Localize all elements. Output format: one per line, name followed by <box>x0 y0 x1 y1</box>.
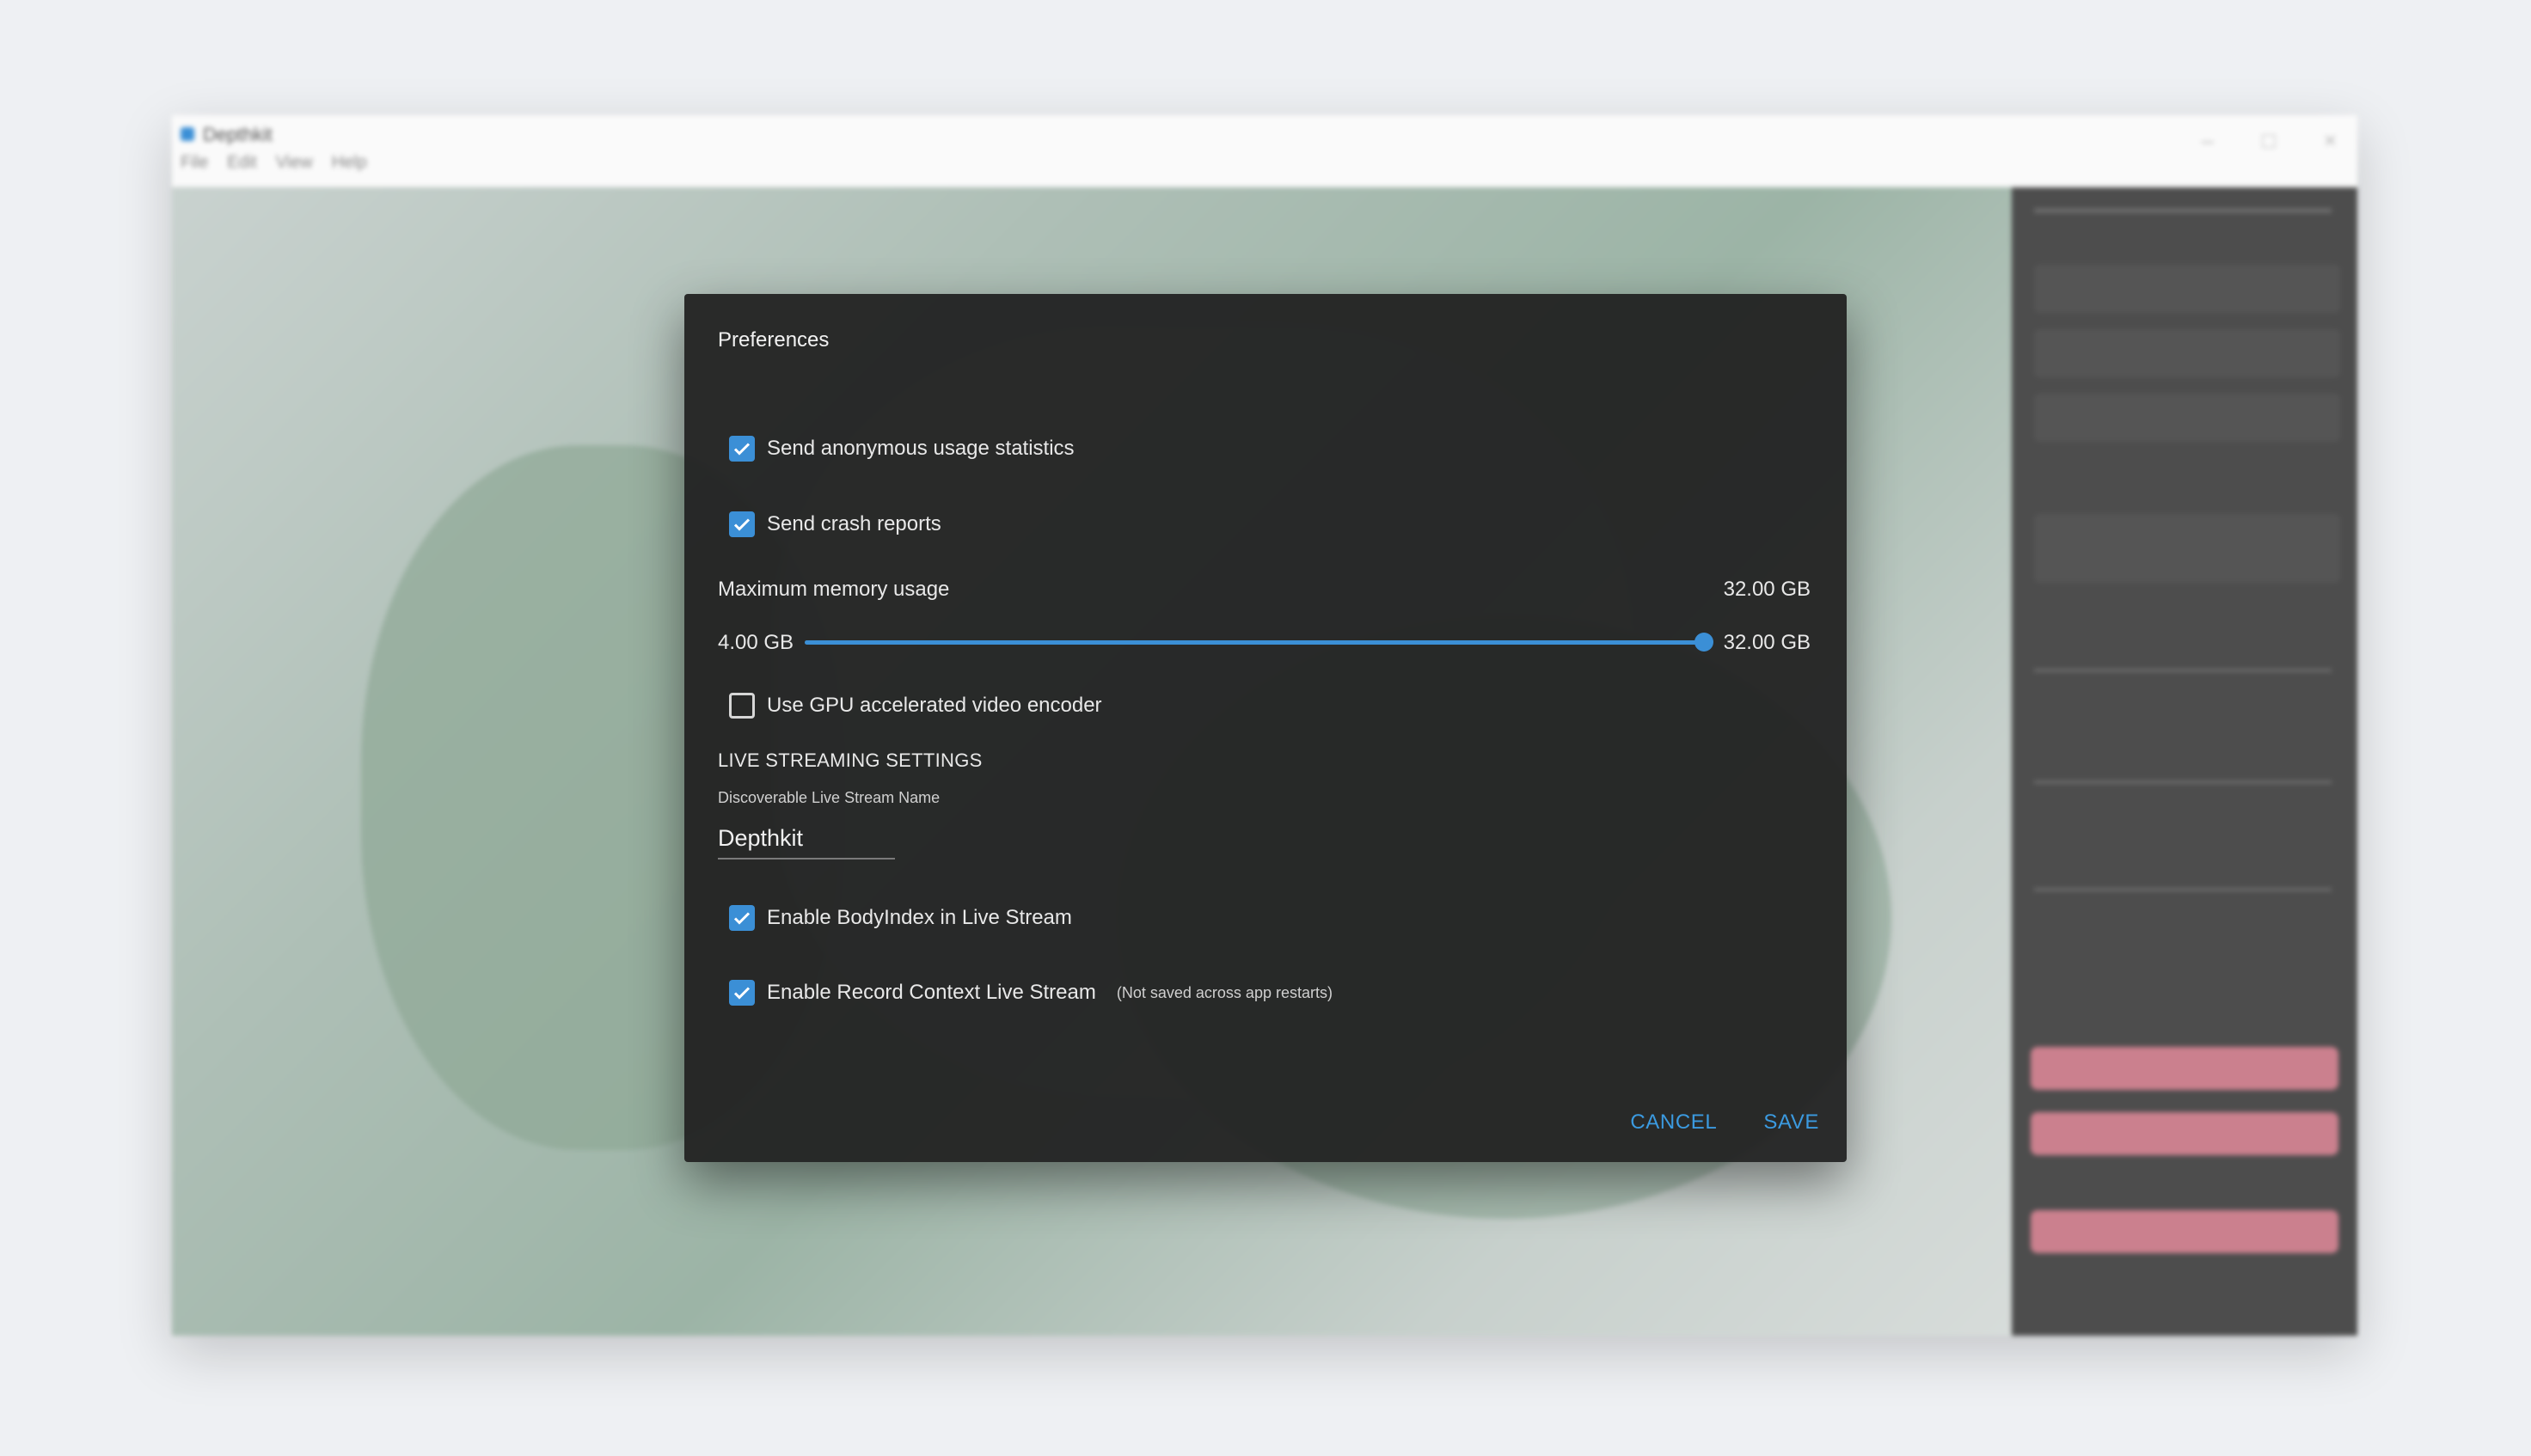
panel-button <box>2031 1210 2338 1253</box>
record-context-label: Enable Record Context Live Stream <box>767 981 1096 1004</box>
gpu-encoder-label: Use GPU accelerated video encoder <box>767 694 1102 717</box>
usage-stats-checkbox[interactable] <box>729 436 755 462</box>
panel-slider <box>2034 780 2332 784</box>
minimize-icon[interactable]: – <box>2202 127 2214 154</box>
side-panel <box>2012 187 2357 1336</box>
body-index-checkbox[interactable] <box>729 905 755 931</box>
panel-row <box>2034 265 2340 313</box>
stream-name-input[interactable] <box>718 818 895 860</box>
window-controls: – □ × <box>2202 127 2337 154</box>
title-bar: Depthkit File Edit View Help – □ × <box>172 115 2357 187</box>
usage-stats-label: Send anonymous usage statistics <box>767 437 1075 460</box>
check-icon <box>733 987 751 1000</box>
memory-max-label: 32.00 GB <box>1723 631 1811 654</box>
app-title: Depthkit <box>203 124 273 145</box>
slider-thumb[interactable] <box>1694 633 1713 652</box>
crash-reports-checkbox[interactable] <box>729 511 755 537</box>
dialog-actions: CANCEL SAVE <box>1630 1110 1819 1135</box>
stream-name-label: Discoverable Live Stream Name <box>718 789 941 806</box>
maximize-icon[interactable]: □ <box>2262 127 2276 154</box>
record-context-note: (Not saved across app restarts) <box>1116 983 1333 1001</box>
memory-label: Maximum memory usage <box>718 578 950 601</box>
menu-item-help[interactable]: Help <box>332 153 367 173</box>
check-icon <box>733 443 751 456</box>
close-icon[interactable]: × <box>2324 127 2337 154</box>
panel-slider <box>2034 888 2332 891</box>
body-index-row[interactable]: Enable BodyIndex in Live Stream <box>729 905 1072 931</box>
gpu-encoder-row[interactable]: Use GPU accelerated video encoder <box>729 693 1102 719</box>
check-icon <box>733 912 751 925</box>
panel-row <box>2034 514 2340 583</box>
menu-bar: File Edit View Help <box>181 153 367 173</box>
memory-slider[interactable] <box>805 629 1713 655</box>
panel-button <box>2031 1112 2338 1155</box>
panel-button <box>2031 1047 2338 1090</box>
crash-reports-row[interactable]: Send crash reports <box>729 511 941 537</box>
record-context-checkbox[interactable] <box>729 980 755 1006</box>
crash-reports-label: Send crash reports <box>767 512 941 535</box>
check-icon <box>733 518 751 531</box>
record-context-row[interactable]: Enable Record Context Live Stream (Not s… <box>729 980 1333 1006</box>
memory-current-value: 32.00 GB <box>1723 578 1811 601</box>
preferences-dialog: Preferences Send anonymous usage statist… <box>684 294 1847 1162</box>
panel-slider <box>2034 669 2332 672</box>
usage-stats-row[interactable]: Send anonymous usage statistics <box>729 436 1075 462</box>
slider-fill <box>805 640 1704 645</box>
memory-min-label: 4.00 GB <box>718 631 794 654</box>
app-logo-icon <box>181 127 194 141</box>
panel-row <box>2034 329 2340 377</box>
save-button[interactable]: SAVE <box>1763 1110 1819 1135</box>
cancel-button[interactable]: CANCEL <box>1630 1110 1717 1135</box>
body-index-label: Enable BodyIndex in Live Stream <box>767 906 1072 929</box>
live-streaming-section-title: LIVE STREAMING SETTINGS <box>718 749 983 771</box>
panel-tab-bar <box>2034 208 2332 213</box>
menu-item-file[interactable]: File <box>181 153 208 173</box>
gpu-encoder-checkbox[interactable] <box>729 693 755 719</box>
panel-row <box>2034 394 2340 442</box>
dialog-title: Preferences <box>718 328 830 352</box>
menu-item-edit[interactable]: Edit <box>227 153 256 173</box>
menu-item-view[interactable]: View <box>276 153 313 173</box>
